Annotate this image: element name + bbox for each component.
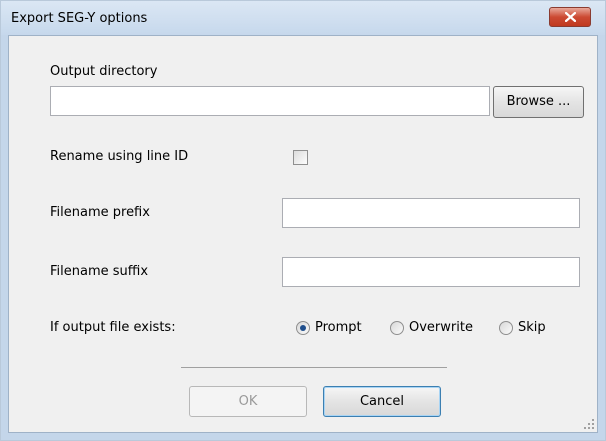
close-icon [565, 12, 576, 22]
filename-suffix-label: Filename suffix [50, 264, 149, 279]
filename-prefix-label: Filename prefix [50, 205, 150, 220]
overwrite-radio[interactable] [390, 321, 404, 335]
button-separator [181, 367, 447, 368]
output-directory-label: Output directory [50, 64, 158, 79]
filename-prefix-input[interactable] [282, 198, 580, 228]
prompt-radio[interactable] [296, 321, 310, 335]
dialog-content: Output directory Browse ... Rename using… [8, 35, 598, 433]
ok-button[interactable]: OK [189, 386, 307, 417]
file-exists-label: If output file exists: [50, 320, 176, 335]
filename-suffix-input[interactable] [282, 257, 580, 287]
cancel-button[interactable]: Cancel [323, 386, 441, 417]
rename-checkbox[interactable] [293, 150, 308, 165]
rename-label: Rename using line ID [50, 149, 189, 164]
resize-grip-icon[interactable] [583, 418, 595, 430]
output-directory-input[interactable] [50, 86, 490, 116]
prompt-radio-label[interactable]: Prompt [315, 320, 362, 335]
overwrite-radio-label[interactable]: Overwrite [409, 320, 473, 335]
browse-button[interactable]: Browse ... [493, 86, 584, 118]
skip-radio[interactable] [499, 321, 513, 335]
window-title: Export SEG-Y options [11, 11, 148, 26]
close-button[interactable] [549, 7, 591, 27]
dialog-window: Export SEG-Y options Output directory Br… [0, 0, 606, 441]
skip-radio-label[interactable]: Skip [518, 320, 546, 335]
title-bar[interactable]: Export SEG-Y options [1, 1, 605, 35]
